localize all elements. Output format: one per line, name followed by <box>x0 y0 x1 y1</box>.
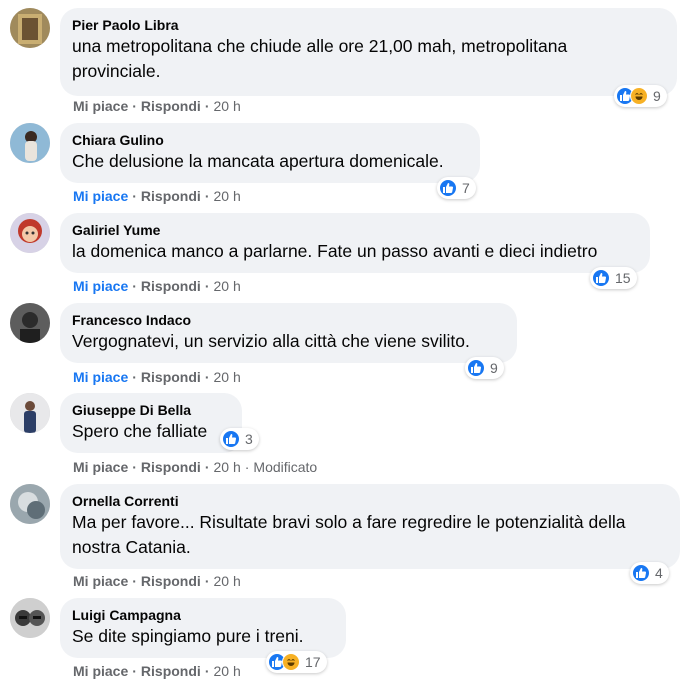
avatar[interactable] <box>10 393 50 433</box>
comment-text-line: Se dite spingiamo pure i treni. <box>72 626 304 646</box>
reaction-summary[interactable]: 9 <box>465 357 504 379</box>
reaction-count: 17 <box>305 654 321 670</box>
comment-actions: Mi piace · Rispondi · 20 h · Modificato <box>73 459 318 475</box>
reaction-summary[interactable]: 4 <box>630 562 669 584</box>
haha-reaction-icon <box>282 653 300 671</box>
avatar[interactable] <box>10 123 50 163</box>
comment-bubble: Chiara Gulino Che delusione la mancata a… <box>60 123 480 183</box>
comment-time[interactable]: 20 h <box>213 188 240 204</box>
reply-button[interactable]: Rispondi <box>141 278 201 294</box>
comment-actions: Mi piace · Rispondi · 20 h <box>73 663 241 679</box>
reply-button[interactable]: Rispondi <box>141 369 201 385</box>
like-button[interactable]: Mi piace <box>73 369 128 385</box>
like-reaction-icon <box>467 359 485 377</box>
like-reaction-icon <box>439 179 457 197</box>
reaction-count: 9 <box>490 360 498 376</box>
comment-actions: Mi piace · Rispondi · 20 h <box>73 573 241 589</box>
like-reaction-icon <box>632 564 650 582</box>
like-button[interactable]: Mi piace <box>73 278 128 294</box>
reaction-count: 9 <box>653 88 661 104</box>
reply-button[interactable]: Rispondi <box>141 573 201 589</box>
comment-author[interactable]: Galiriel Yume <box>72 221 638 239</box>
reply-button[interactable]: Rispondi <box>141 98 201 114</box>
comment-text-line: Vergognatevi, un servizio alla città che… <box>72 331 470 351</box>
reaction-summary[interactable]: 7 <box>437 177 476 199</box>
reaction-summary[interactable]: 17 <box>266 651 327 673</box>
like-reaction-icon <box>222 430 240 448</box>
reply-button[interactable]: Rispondi <box>141 459 201 475</box>
reaction-summary[interactable]: 15 <box>590 267 637 289</box>
comment-bubble: Francesco Indaco Vergognatevi, un serviz… <box>60 303 517 363</box>
comment-text-line: la domenica manco a parlarne. Fate un pa… <box>72 241 598 261</box>
reaction-summary[interactable]: 9 <box>614 85 667 107</box>
comment-bubble: Ornella Correnti Ma per favore... Risult… <box>60 484 680 569</box>
reaction-count: 7 <box>462 180 470 196</box>
avatar[interactable] <box>10 598 50 638</box>
comment-time[interactable]: 20 h <box>213 459 240 475</box>
comment-time[interactable]: 20 h <box>213 98 240 114</box>
comment-author[interactable]: Luigi Campagna <box>72 606 334 624</box>
comment-author[interactable]: Ornella Correnti <box>72 492 668 510</box>
reaction-summary[interactable]: 3 <box>220 428 259 450</box>
reply-button[interactable]: Rispondi <box>141 663 201 679</box>
comment-text-line: Che delusione la mancata apertura domeni… <box>72 151 444 171</box>
comment-text-line: Ma per favore... Risultate bravi solo a … <box>72 512 626 532</box>
avatar[interactable] <box>10 213 50 253</box>
like-button[interactable]: Mi piace <box>73 573 128 589</box>
avatar[interactable] <box>10 484 50 524</box>
haha-reaction-icon <box>630 87 648 105</box>
comment-bubble: Galiriel Yume la domenica manco a parlar… <box>60 213 650 273</box>
like-reaction-icon <box>592 269 610 287</box>
like-button[interactable]: Mi piace <box>73 459 128 475</box>
comment-bubble: Giuseppe Di Bella Spero che falliate <box>60 393 242 453</box>
avatar[interactable] <box>10 8 50 48</box>
like-button[interactable]: Mi piace <box>73 188 128 204</box>
like-button[interactable]: Mi piace <box>73 98 128 114</box>
comment-actions: Mi piace · Rispondi · 20 h <box>73 369 241 385</box>
comment-actions: Mi piace · Rispondi · 20 h <box>73 278 241 294</box>
comment-author[interactable]: Chiara Gulino <box>72 131 468 149</box>
comment-author[interactable]: Giuseppe Di Bella <box>72 401 230 419</box>
comment-actions: Mi piace · Rispondi · 20 h <box>73 98 241 114</box>
comment-text-line: una metropolitana che chiude alle ore 21… <box>72 36 568 56</box>
edited-label[interactable]: Modificato <box>253 459 317 475</box>
comment-actions: Mi piace · Rispondi · 20 h <box>73 188 241 204</box>
like-button[interactable]: Mi piace <box>73 663 128 679</box>
reply-button[interactable]: Rispondi <box>141 188 201 204</box>
comment-time[interactable]: 20 h <box>213 278 240 294</box>
comment-text-line: nostra Catania. <box>72 537 191 557</box>
comment-time[interactable]: 20 h <box>213 573 240 589</box>
comment-bubble: Pier Paolo Libra una metropolitana che c… <box>60 8 677 96</box>
comment-bubble: Luigi Campagna Se dite spingiamo pure i … <box>60 598 346 658</box>
comment-text-line: provinciale. <box>72 61 161 81</box>
comment-time[interactable]: 20 h <box>213 663 240 679</box>
comment-author[interactable]: Pier Paolo Libra <box>72 16 665 34</box>
reaction-count: 3 <box>245 431 253 447</box>
avatar[interactable] <box>10 303 50 343</box>
comment-time[interactable]: 20 h <box>213 369 240 385</box>
comment-author[interactable]: Francesco Indaco <box>72 311 505 329</box>
reaction-count: 15 <box>615 270 631 286</box>
comment-text-line: Spero che falliate <box>72 421 208 441</box>
reaction-count: 4 <box>655 565 663 581</box>
